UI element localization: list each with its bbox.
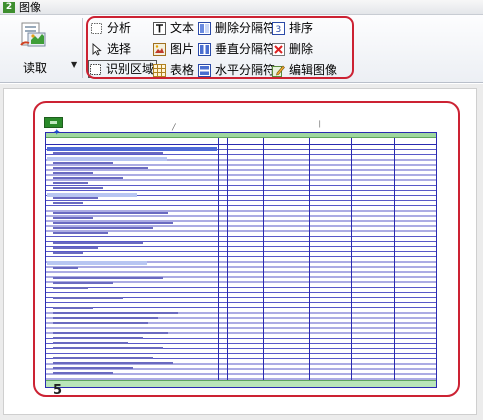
document-highlight-frame <box>33 101 460 397</box>
ribbon-separator <box>82 18 83 78</box>
read-button[interactable]: 读取 ▼ <box>3 18 77 80</box>
scanner-read-icon <box>20 22 46 47</box>
title-bar: 2 图像 <box>0 0 483 15</box>
read-button-label: 读取 <box>22 61 47 75</box>
ribbon-highlight-frame <box>86 16 354 79</box>
dropdown-arrow-icon[interactable]: ▼ <box>71 60 77 69</box>
app-icon: 2 <box>3 2 15 13</box>
window-title: 图像 <box>19 1 41 14</box>
